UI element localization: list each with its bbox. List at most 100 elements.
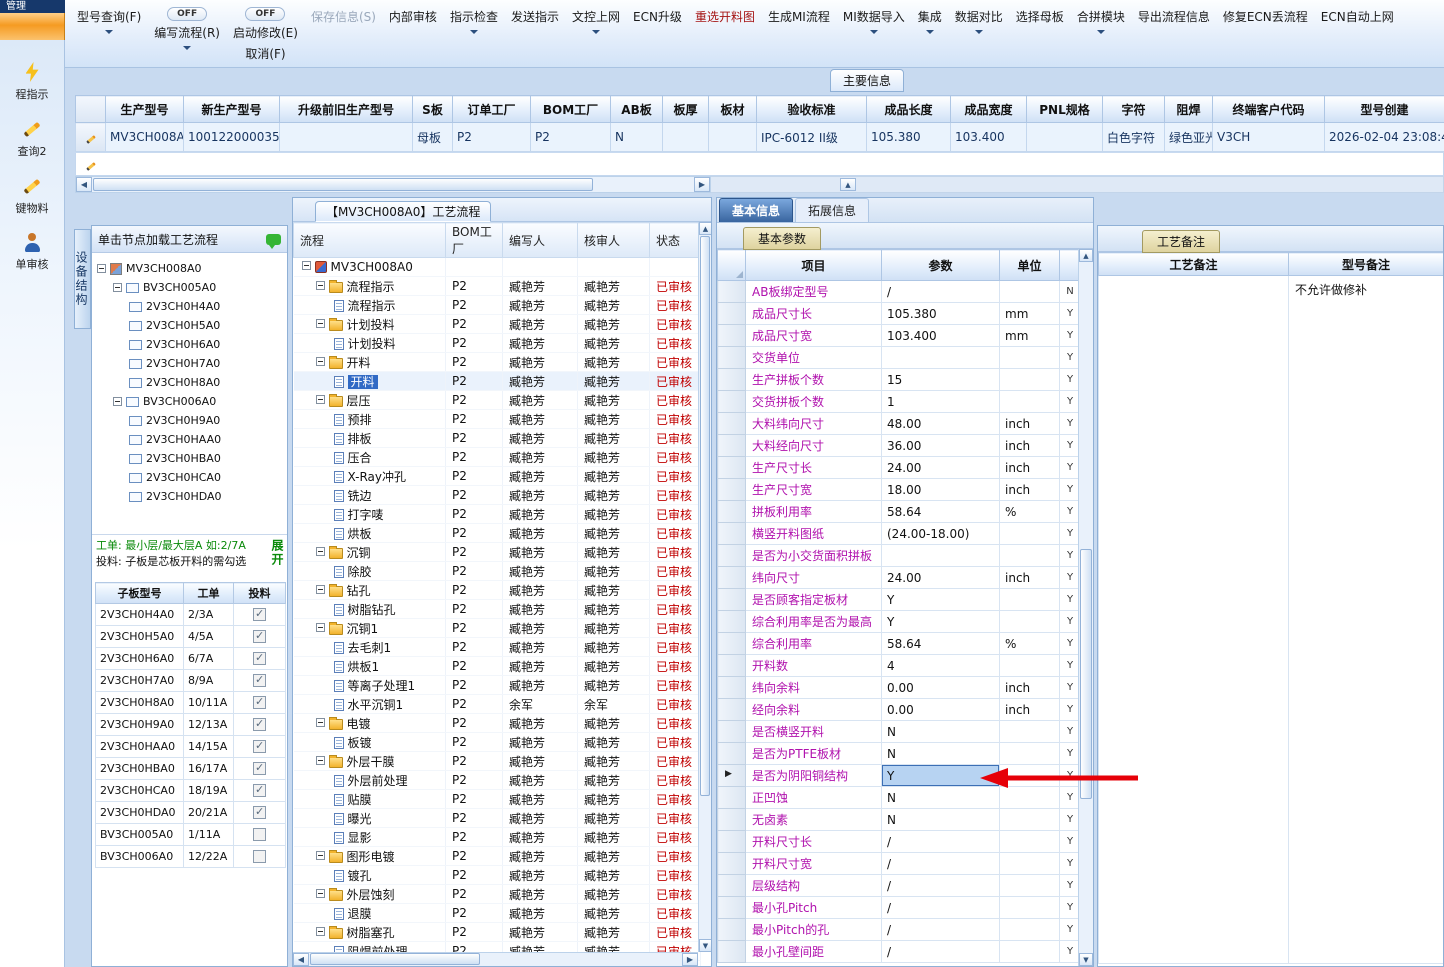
column-header[interactable]: AB板	[610, 95, 663, 123]
row-selector[interactable]	[717, 588, 746, 611]
sidebar-item[interactable]: 查询2	[18, 119, 47, 159]
process-row[interactable]: 电镀 P2 臧艳芳 臧艳芳 已审核	[293, 713, 701, 733]
param-value[interactable]: 24.00	[881, 566, 1000, 589]
process-row[interactable]: 曝光 P2 臧艳芳 臧艳芳 已审核	[293, 808, 701, 828]
row-selector[interactable]	[717, 786, 746, 809]
param-value[interactable]: /	[881, 852, 1000, 875]
column-header[interactable]: 订单工厂	[452, 95, 531, 123]
param-row[interactable]: 开料尺寸长 / Y	[717, 830, 1081, 853]
dropdown-arrow-icon[interactable]	[974, 30, 983, 34]
tree-node[interactable]: 2V3CH0H8A0	[92, 373, 287, 392]
subboard-row[interactable]: 2V3CH0H5A0 4/5A	[95, 625, 286, 648]
param-row[interactable]: 成品尺寸长 105.380 mm Y	[717, 302, 1081, 325]
param-value[interactable]: Y	[881, 610, 1000, 633]
param-row[interactable]: 交货单位 Y	[717, 346, 1081, 369]
param-row[interactable]: 最小Pitch的孔 / Y	[717, 918, 1081, 941]
param-row[interactable]: 经向余料 0.00 inch Y	[717, 698, 1081, 721]
feed-checkbox[interactable]	[253, 607, 266, 622]
tree-expander-icon[interactable]	[315, 546, 325, 556]
tree-expander-icon[interactable]	[315, 318, 325, 328]
process-row[interactable]: 板镀 P2 臧艳芳 臧艳芳 已审核	[293, 732, 701, 752]
process-row[interactable]: 等离子处理1 P2 臧艳芳 臧艳芳 已审核	[293, 675, 701, 695]
param-value[interactable]: 105.380	[881, 302, 1000, 325]
process-row[interactable]: 排板 P2 臧艳芳 臧艳芳 已审核	[293, 428, 701, 448]
row-selector[interactable]	[717, 654, 746, 677]
column-header[interactable]: 验收标准	[756, 95, 867, 123]
dropdown-arrow-icon[interactable]	[183, 46, 192, 50]
column-header[interactable]: 型号创建	[1324, 95, 1444, 123]
row-selector[interactable]	[717, 434, 746, 457]
param-row[interactable]: 纬向尺寸 24.00 inch Y	[717, 566, 1081, 589]
toolbar-button[interactable]: 重选开料图	[693, 7, 757, 26]
toolbar-button[interactable]: 编写流程(R)	[152, 23, 222, 42]
horizontal-scrollbar[interactable]	[293, 952, 698, 966]
row-selector[interactable]	[717, 478, 746, 501]
subboard-row[interactable]: 2V3CH0H6A0 6/7A	[95, 647, 286, 670]
toolbar-button[interactable]: 集成	[916, 7, 944, 26]
param-value[interactable]	[881, 346, 1000, 369]
tree-expander-icon[interactable]	[315, 394, 325, 404]
subboard-row[interactable]: 2V3CH0HDA0 20/21A	[95, 801, 286, 824]
process-row[interactable]: 镀孔 P2 臧艳芳 臧艳芳 已审核	[293, 865, 701, 885]
process-row[interactable]: 除胶 P2 臧艳芳 臧艳芳 已审核	[293, 561, 701, 581]
toolbar-button[interactable]: 修复ECN丢流程	[1221, 7, 1310, 26]
param-row[interactable]: 大料纬向尺寸 48.00 inch Y	[717, 412, 1081, 435]
row-selector[interactable]	[717, 368, 746, 391]
param-row[interactable]: 无卤素 N Y	[717, 808, 1081, 831]
param-value[interactable]: 18.00	[881, 478, 1000, 501]
row-selector[interactable]	[717, 918, 746, 941]
process-row[interactable]: 开料 P2 臧艳芳 臧艳芳 已审核	[293, 352, 701, 372]
feed-checkbox[interactable]	[253, 850, 266, 864]
select-all-cell[interactable]	[75, 95, 106, 123]
param-value[interactable]: /	[881, 830, 1000, 853]
corner-cell[interactable]	[717, 249, 746, 281]
row-selector[interactable]	[717, 544, 746, 567]
row-selector[interactable]	[717, 764, 746, 787]
column-header[interactable]: 核审人	[577, 222, 650, 258]
tree-node[interactable]: 2V3CH0H4A0	[92, 297, 287, 316]
dropdown-arrow-icon[interactable]	[869, 30, 878, 34]
param-value[interactable]: Y	[881, 764, 1000, 787]
row-selector[interactable]	[717, 940, 746, 963]
scrollbar-thumb[interactable]	[93, 178, 593, 191]
tree-expander-icon[interactable]	[315, 755, 325, 765]
subboard-row[interactable]: 2V3CH0H9A0 12/13A	[95, 713, 286, 736]
process-row[interactable]: 外层干膜 P2 臧艳芳 臧艳芳 已审核	[293, 751, 701, 771]
tree-expander-icon[interactable]	[315, 850, 325, 860]
column-header[interactable]: BOM工厂	[445, 222, 503, 258]
param-row[interactable]: 生产尺寸长 24.00 inch Y	[717, 456, 1081, 479]
model-data-row[interactable]: MV3CH008A010012200003563母板P2P2NIPC-6012 …	[75, 122, 1444, 152]
tab-basic-params[interactable]: 基本参数	[743, 227, 822, 250]
column-header[interactable]: 单位	[999, 249, 1060, 281]
param-row[interactable]: 正凹蚀 N Y	[717, 786, 1081, 809]
tree-node[interactable]: 2V3CH0H5A0	[92, 316, 287, 335]
sidebar-item[interactable]: 键物料	[16, 176, 49, 216]
row-selector[interactable]	[717, 522, 746, 545]
process-row[interactable]: 压合 P2 臧艳芳 臧艳芳 已审核	[293, 447, 701, 467]
tab-device-structure[interactable]: 设备结构	[74, 229, 91, 329]
tree-expander-icon[interactable]	[315, 888, 325, 898]
dropdown-arrow-icon[interactable]	[925, 30, 934, 34]
param-value[interactable]: 58.64	[881, 500, 1000, 523]
dropdown-arrow-icon[interactable]	[105, 30, 114, 34]
param-row[interactable]: 是否为阴阳铜结构 Y Y	[717, 764, 1081, 787]
process-row[interactable]: 开料 P2 臧艳芳 臧艳芳 已审核	[293, 371, 701, 391]
vertical-scrollbar[interactable]	[1078, 249, 1093, 966]
process-row[interactable]: 铣边 P2 臧艳芳 臧艳芳 已审核	[293, 485, 701, 505]
param-row[interactable]: 综合利用率 58.64 % Y	[717, 632, 1081, 655]
param-value[interactable]: 48.00	[881, 412, 1000, 435]
feed-checkbox[interactable]	[253, 629, 266, 644]
process-row[interactable]: 烘板1 P2 臧艳芳 臧艳芳 已审核	[293, 656, 701, 676]
toolbar-button[interactable]: 生成MI流程	[766, 7, 832, 26]
param-value[interactable]: /	[881, 896, 1000, 919]
subboard-row[interactable]: BV3CH005A0 1/11A	[95, 823, 286, 846]
tree-expander-icon[interactable]	[97, 264, 106, 273]
row-selector[interactable]	[717, 500, 746, 523]
param-value[interactable]: 1	[881, 390, 1000, 413]
column-header[interactable]: 状态	[649, 222, 701, 258]
row-selector[interactable]	[717, 698, 746, 721]
tree-expander-icon[interactable]	[113, 397, 122, 406]
row-selector[interactable]	[717, 390, 746, 413]
sidebar-item[interactable]: 程指示	[16, 62, 49, 102]
row-selector[interactable]	[717, 742, 746, 765]
